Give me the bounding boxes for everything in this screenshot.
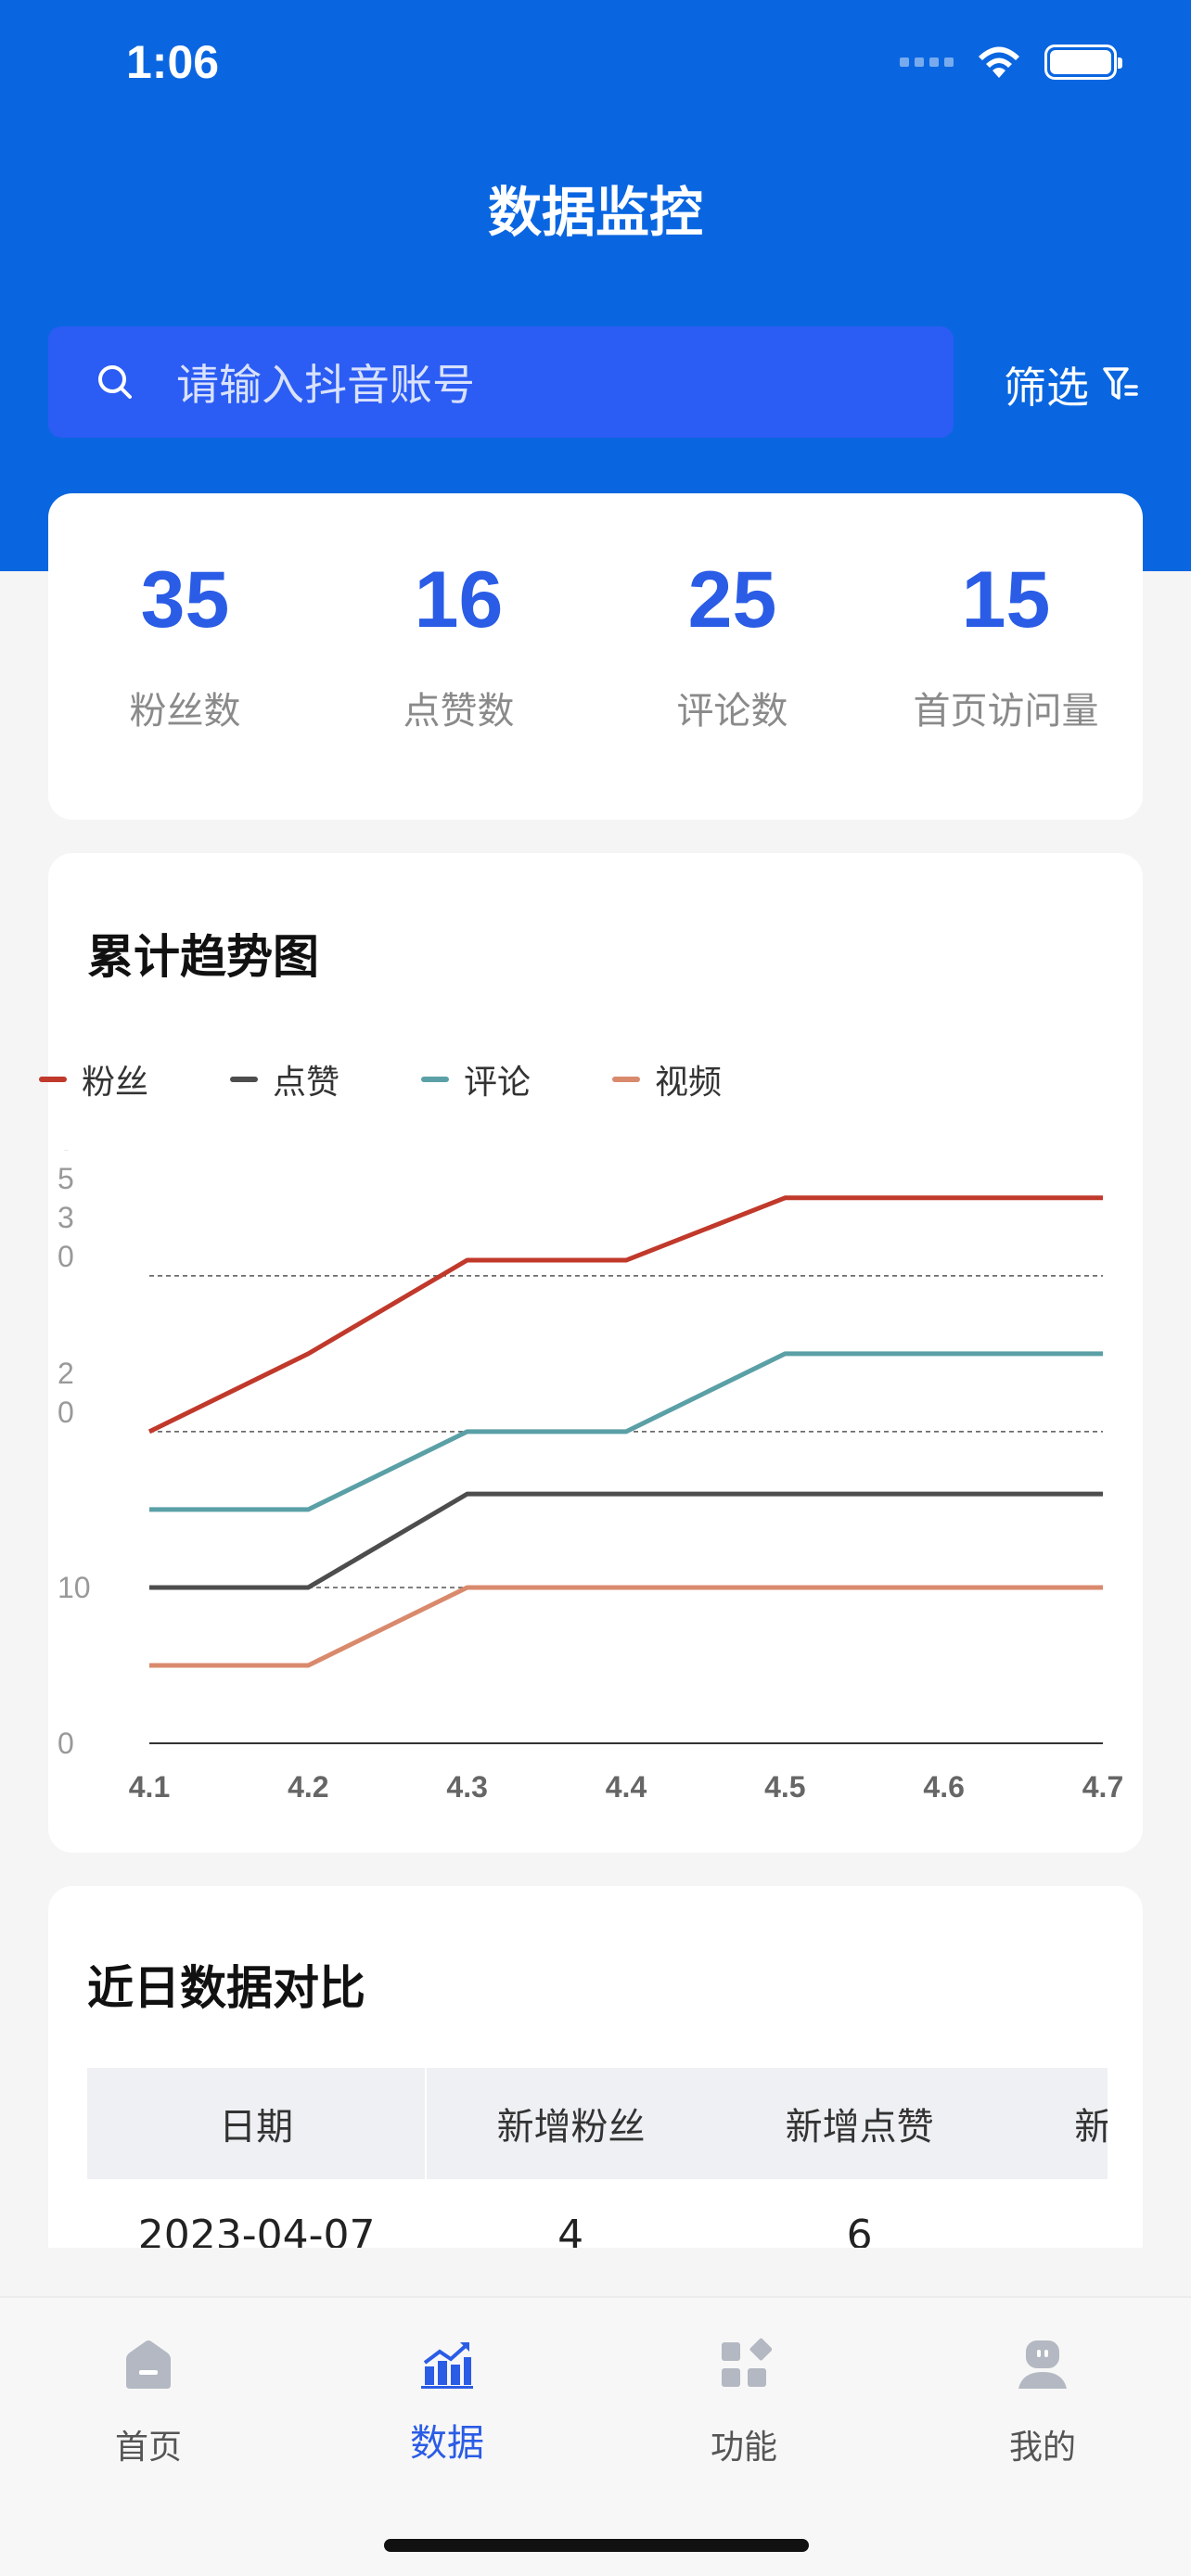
status-time: 1:06 — [126, 36, 220, 88]
filter-button[interactable]: 筛选 — [1004, 354, 1139, 415]
stat-label: 评论数 — [676, 690, 788, 733]
stats-card: 35 粉丝数 16 点赞数 25 评论数 15 首页访问量 — [48, 493, 1143, 820]
search-icon — [98, 365, 132, 399]
stat-likes[interactable]: 16 点赞数 — [322, 493, 596, 820]
tab-label: 首页 — [114, 2429, 182, 2467]
x-tick-label: 4.2 — [288, 1770, 328, 1804]
y-tick-label: 20 — [58, 1357, 74, 1429]
trend-title: 累计趋势图 — [87, 930, 319, 984]
stat-homepage-visits[interactable]: 15 首页访问量 — [869, 493, 1143, 820]
legend-label: 点赞 — [273, 1064, 340, 1102]
tab-label: 数据 — [410, 2422, 484, 2465]
stat-fans[interactable]: 35 粉丝数 — [48, 493, 322, 820]
column-header-new-fans: 新增粉丝 — [426, 2068, 715, 2179]
y-tick-label: 35 — [58, 1150, 74, 1195]
series-line — [149, 1585, 1103, 1668]
home-icon — [126, 2340, 171, 2389]
compare-table-scroll[interactable]: 日期 新增粉丝 新增点赞 新增评论 2023-04-07 4 6 5 — [87, 2068, 1108, 2257]
compare-table: 日期 新增粉丝 新增点赞 新增评论 2023-04-07 4 6 5 — [87, 2068, 1108, 2257]
tab-label: 我的 — [1008, 2429, 1076, 2467]
column-header-new-comments: 新增评论 — [1004, 2068, 1108, 2179]
stat-label: 粉丝数 — [129, 690, 241, 733]
compare-card: 近日数据对比 日期 新增粉丝 新增点赞 新增评论 2023-04-07 4 6 … — [48, 1886, 1143, 2257]
apps-icon — [722, 2338, 772, 2387]
stat-value: 25 — [687, 555, 777, 644]
series-line — [147, 1195, 1103, 1435]
filter-label: 筛选 — [1004, 363, 1089, 413]
stat-value: 35 — [140, 555, 230, 644]
status-bar: 1:06 — [0, 0, 1191, 139]
legend-label: 粉丝 — [82, 1064, 149, 1102]
legend-item-likes[interactable]: 点赞 — [230, 1055, 421, 1103]
status-icons — [900, 45, 1122, 80]
x-tick-label: 4.4 — [606, 1770, 647, 1804]
stat-label: 点赞数 — [403, 690, 515, 733]
legend-swatch — [421, 1077, 449, 1082]
x-tick-label: 4.5 — [764, 1770, 805, 1804]
legend-item-fans[interactable]: 粉丝 — [39, 1055, 230, 1103]
search-input[interactable]: 请输入抖音账号 — [48, 326, 954, 438]
stat-label: 首页访问量 — [913, 690, 1099, 733]
legend-item-comments[interactable]: 评论 — [421, 1055, 612, 1103]
search-placeholder: 请输入抖音账号 — [176, 360, 475, 410]
cell-new-comments: 5 — [1004, 2179, 1108, 2257]
page-title: 数据监控 — [487, 181, 703, 244]
chart-legend: 粉丝 点赞 评论 视频 — [39, 1055, 803, 1103]
legend-item-videos[interactable]: 视频 — [612, 1055, 803, 1103]
x-tick-label: 4.3 — [446, 1770, 487, 1804]
wifi-icon — [979, 46, 1019, 78]
scroll-fade — [0, 2248, 1191, 2298]
tab-me[interactable]: 我的 — [950, 2337, 1135, 2468]
x-tick-label: 4.1 — [129, 1770, 170, 1804]
cell-new-likes: 6 — [846, 2211, 873, 2258]
filter-icon — [1103, 367, 1138, 400]
table-header-row: 日期 新增粉丝 新增点赞 新增评论 — [87, 2068, 1108, 2179]
tab-home[interactable]: 首页 — [56, 2337, 241, 2468]
x-tick-label: 4.7 — [1082, 1770, 1123, 1804]
y-tick-label: 10 — [58, 1571, 91, 1604]
cell-date: 2023-04-07 — [137, 2211, 376, 2258]
cellular-signal-icon — [900, 57, 954, 67]
y-tick-label: 30 — [58, 1201, 74, 1273]
legend-swatch — [39, 1077, 67, 1082]
stat-comments[interactable]: 25 评论数 — [596, 493, 869, 820]
chart-icon — [421, 2342, 473, 2389]
bottom-tab-bar: 首页 数据 功能 我的 — [0, 2296, 1191, 2576]
trend-line-chart: 0 10 20 30 35 4.1 4.2 4.3 4.4 4.5 4.6 4.7 — [58, 1150, 1123, 1804]
legend-swatch — [230, 1077, 258, 1082]
legend-label: 视频 — [655, 1064, 723, 1102]
legend-label: 评论 — [464, 1064, 531, 1102]
table-row: 2023-04-07 4 6 5 — [87, 2179, 1108, 2258]
battery-icon — [1044, 45, 1122, 80]
column-header-new-likes: 新增点赞 — [714, 2068, 1005, 2179]
stat-value: 15 — [961, 555, 1051, 644]
user-icon — [1018, 2340, 1067, 2389]
tab-data[interactable]: 数据 — [354, 2337, 540, 2467]
column-header-date: 日期 — [87, 2068, 428, 2179]
legend-swatch — [612, 1077, 640, 1082]
stat-value: 16 — [414, 555, 504, 644]
y-tick-label: 0 — [58, 1727, 74, 1760]
cell-new-fans: 4 — [557, 2211, 584, 2258]
tab-features[interactable]: 功能 — [651, 2337, 837, 2468]
compare-title: 近日数据对比 — [87, 1961, 365, 2015]
x-tick-label: 4.6 — [923, 1770, 964, 1804]
home-indicator — [384, 2539, 809, 2552]
tab-label: 功能 — [710, 2429, 777, 2467]
